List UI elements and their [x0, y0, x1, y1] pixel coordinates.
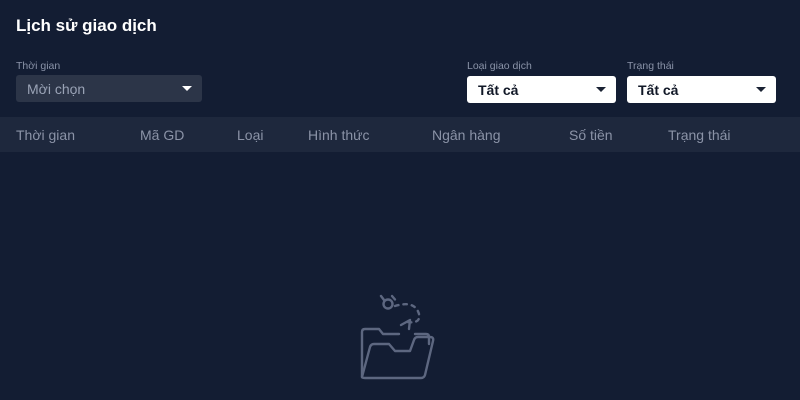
chevron-down-icon: [182, 86, 192, 91]
status-filter-select[interactable]: Tất cả: [627, 76, 776, 103]
time-filter-label: Thời gian: [16, 60, 61, 72]
table-header: Thời gian Mã GD Loại Hình thức Ngân hàng…: [0, 117, 800, 152]
page-title: Lịch sử giao dịch: [16, 16, 157, 35]
column-header-method: Hình thức: [308, 127, 370, 143]
column-header-status: Trạng thái: [668, 127, 731, 143]
chevron-down-icon: [756, 87, 766, 92]
time-filter-value: Mời chọn: [27, 80, 86, 97]
type-filter-label: Loại giao dịch: [467, 60, 532, 72]
transaction-history-page: Lịch sử giao dịch Thời gian Mời chọn Loạ…: [0, 0, 800, 400]
type-filter-value: Tất cả: [478, 81, 519, 98]
column-header-txid: Mã GD: [140, 127, 185, 143]
chevron-down-icon: [596, 87, 606, 92]
type-filter-select[interactable]: Tất cả: [467, 76, 616, 103]
column-header-bank: Ngân hàng: [432, 127, 501, 143]
status-filter-value: Tất cả: [638, 81, 679, 98]
status-filter-label: Trạng thái: [627, 60, 674, 72]
time-filter-select[interactable]: Mời chọn: [16, 75, 202, 102]
column-header-type: Loại: [237, 127, 264, 143]
column-header-time: Thời gian: [16, 127, 75, 143]
column-header-amount: Số tiền: [569, 127, 613, 143]
empty-folder-icon: [355, 292, 439, 382]
